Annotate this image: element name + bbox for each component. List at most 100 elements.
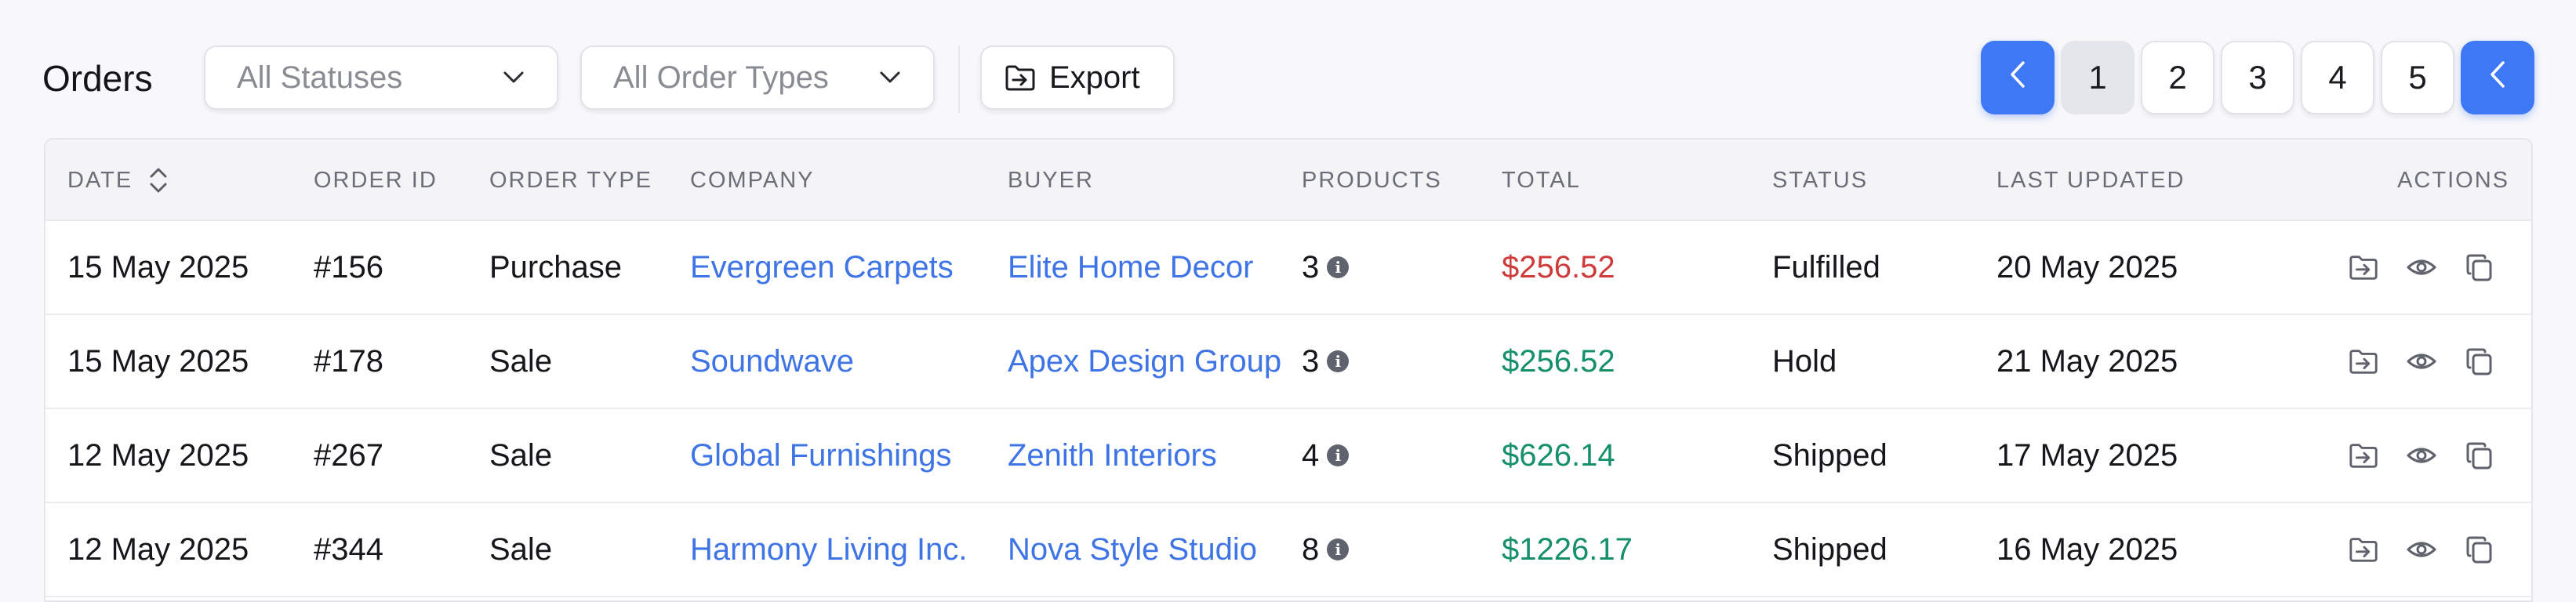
buyer-link-text[interactable]: Apex Design Group bbox=[1008, 345, 1281, 378]
cell-order-type-text: Purchase bbox=[489, 249, 622, 285]
copy-icon[interactable] bbox=[2462, 438, 2497, 473]
export-button-label: Export bbox=[1049, 60, 1140, 95]
order-type-filter-dropdown[interactable]: All Order Types bbox=[580, 45, 935, 110]
cell-total: $256.52 bbox=[1502, 315, 1615, 408]
sort-icon[interactable] bbox=[147, 164, 170, 197]
column-header-date[interactable]: DATE bbox=[67, 140, 170, 221]
cell-status: Hold bbox=[1772, 315, 1837, 408]
table-header: DATE ORDER ID ORDER TYPE COMPANY BUYER P… bbox=[45, 140, 2531, 221]
cell-status-text: Shipped bbox=[1772, 531, 1887, 567]
cell-last-updated-text: 16 May 2025 bbox=[1996, 531, 2178, 567]
row-actions bbox=[2346, 409, 2497, 502]
page-button-1[interactable]: 1 bbox=[2061, 41, 2135, 114]
cell-products: 8i bbox=[1302, 503, 1350, 596]
cell-total: $256.52 bbox=[1502, 221, 1615, 314]
cell-products: 4i bbox=[1302, 409, 1350, 502]
export-button[interactable]: Export bbox=[980, 45, 1175, 110]
buyer-link[interactable]: Nova Style Studio bbox=[1008, 503, 1290, 596]
view-eye-icon[interactable] bbox=[2404, 250, 2439, 285]
cell-date: 12 May 2025 bbox=[67, 503, 249, 596]
page-button-2[interactable]: 2 bbox=[2141, 41, 2214, 114]
cell-products: 3i bbox=[1302, 221, 1350, 314]
copy-icon[interactable] bbox=[2462, 250, 2497, 285]
page-button-3[interactable]: 3 bbox=[2221, 41, 2294, 114]
company-link-text[interactable]: Harmony Living Inc. bbox=[690, 532, 967, 568]
status-filter-value: All Statuses bbox=[237, 60, 403, 95]
cell-status: Shipped bbox=[1772, 409, 1887, 502]
column-header-last-updated: LAST UPDATED bbox=[1996, 167, 2185, 193]
cell-products-text: 3 bbox=[1302, 249, 1320, 285]
cell-date-text: 12 May 2025 bbox=[67, 531, 249, 567]
column-header-label: DATE bbox=[67, 167, 133, 193]
cell-status-text: Hold bbox=[1772, 343, 1837, 379]
pagination: 1 2 3 4 5 bbox=[1981, 41, 2534, 114]
column-header-order-type: ORDER TYPE bbox=[489, 167, 653, 193]
cell-order-type: Sale bbox=[489, 409, 552, 502]
buyer-link-text[interactable]: Elite Home Decor bbox=[1008, 251, 1253, 284]
copy-icon[interactable] bbox=[2462, 344, 2497, 379]
previous-page-button[interactable] bbox=[1981, 41, 2055, 114]
table-row: 15 May 2025 #156 Purchase Evergreen Carpets… bbox=[45, 221, 2531, 315]
company-link-text[interactable]: Soundwave bbox=[690, 344, 854, 379]
cell-date: 12 May 2025 bbox=[67, 409, 249, 502]
column-header-buyer: BUYER bbox=[1008, 167, 1094, 193]
cell-date-text: 15 May 2025 bbox=[67, 343, 249, 379]
export-icon[interactable] bbox=[2346, 438, 2381, 473]
page-button-5[interactable]: 5 bbox=[2381, 41, 2454, 114]
cell-order-type: Sale bbox=[489, 315, 552, 408]
company-link[interactable]: Evergreen Carpets bbox=[690, 221, 954, 314]
cell-products-text: 3 bbox=[1302, 343, 1320, 379]
cell-date: 15 May 2025 bbox=[67, 221, 249, 314]
cell-order-id: #156 bbox=[314, 221, 383, 314]
export-icon[interactable] bbox=[2346, 344, 2381, 379]
cell-date-text: 15 May 2025 bbox=[67, 249, 249, 285]
copy-icon[interactable] bbox=[2462, 532, 2497, 567]
column-header-order-id: ORDER ID bbox=[314, 167, 438, 193]
info-icon[interactable]: i bbox=[1327, 444, 1350, 466]
company-link-text[interactable]: Evergreen Carpets bbox=[690, 250, 954, 285]
company-link[interactable]: Harmony Living Inc. bbox=[690, 503, 967, 596]
company-link[interactable]: Global Furnishings bbox=[690, 409, 952, 502]
cell-order-id-text: #344 bbox=[314, 531, 383, 567]
row-actions bbox=[2346, 315, 2497, 408]
next-page-button[interactable] bbox=[2461, 41, 2534, 114]
cell-last-updated: 17 May 2025 bbox=[1996, 409, 2178, 502]
view-eye-icon[interactable] bbox=[2404, 344, 2439, 379]
cell-order-type: Purchase bbox=[489, 221, 622, 314]
chevron-down-icon bbox=[878, 66, 902, 89]
cell-last-updated: 21 May 2025 bbox=[1996, 315, 2178, 408]
export-icon bbox=[1004, 61, 1037, 94]
cell-order-id: #178 bbox=[314, 315, 383, 408]
chevron-left-icon bbox=[2489, 59, 2506, 96]
buyer-link-text[interactable]: Zenith Interiors bbox=[1008, 439, 1217, 472]
page-title: Orders bbox=[42, 58, 153, 99]
info-icon[interactable]: i bbox=[1327, 539, 1350, 560]
toolbar-divider bbox=[958, 45, 960, 113]
orders-toolbar: Orders All Statuses All Order Types Expo… bbox=[0, 0, 2576, 138]
order-type-filter-value: All Order Types bbox=[613, 60, 829, 95]
cell-order-id: #267 bbox=[314, 409, 383, 502]
column-header-total: TOTAL bbox=[1502, 167, 1581, 193]
view-eye-icon[interactable] bbox=[2404, 532, 2439, 567]
buyer-link[interactable]: Zenith Interiors bbox=[1008, 409, 1290, 502]
buyer-link-text[interactable]: Nova Style Studio bbox=[1008, 533, 1257, 566]
column-header-status: STATUS bbox=[1772, 167, 1869, 193]
export-icon[interactable] bbox=[2346, 532, 2381, 567]
buyer-link[interactable]: Elite Home Decor bbox=[1008, 221, 1290, 314]
status-filter-dropdown[interactable]: All Statuses bbox=[204, 45, 558, 110]
cell-last-updated: 20 May 2025 bbox=[1996, 221, 2178, 314]
info-icon[interactable]: i bbox=[1327, 350, 1350, 372]
table-row: 15 May 2025 #178 Sale Soundwave Apex Design … bbox=[45, 315, 2531, 409]
row-actions bbox=[2346, 503, 2497, 596]
cell-order-type-text: Sale bbox=[489, 343, 553, 379]
export-icon[interactable] bbox=[2346, 250, 2381, 285]
buyer-link[interactable]: Apex Design Group bbox=[1008, 315, 1290, 408]
cell-order-id-text: #267 bbox=[314, 437, 383, 473]
company-link-text[interactable]: Global Furnishings bbox=[690, 438, 952, 473]
cell-date-text: 12 May 2025 bbox=[67, 437, 249, 473]
view-eye-icon[interactable] bbox=[2404, 438, 2439, 473]
company-link[interactable]: Soundwave bbox=[690, 315, 854, 408]
info-icon[interactable]: i bbox=[1327, 256, 1350, 278]
page-button-4[interactable]: 4 bbox=[2301, 41, 2374, 114]
cell-status: Shipped bbox=[1772, 503, 1887, 596]
